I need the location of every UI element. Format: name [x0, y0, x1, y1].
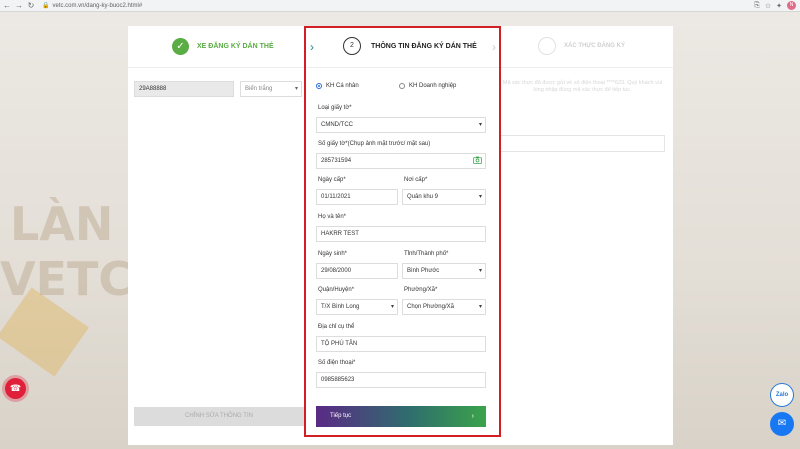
radio-business-label: KH Doanh nghiệp: [409, 83, 457, 89]
chevron-down-icon: ▾: [390, 304, 394, 310]
edit-info-button[interactable]: CHỈNH SỬA THÔNG TIN: [134, 407, 304, 426]
plate-color-select[interactable]: Biển trắng ▾: [240, 81, 302, 97]
fullname-label: Họ và tên*: [318, 214, 347, 220]
lock-icon: 🔒: [42, 3, 50, 9]
id-type-select[interactable]: CMND/TCC ▾: [316, 117, 486, 133]
id-number-label: Số giấy tờ*(Chụp ảnh mặt trước/ mặt sau): [318, 141, 431, 147]
step-3-label: XÁC THỰC ĐĂNG KÝ: [564, 43, 625, 49]
continue-button[interactable]: Tiếp tục ›: [316, 406, 486, 427]
ward-value: Chọn Phường/Xã: [407, 304, 454, 310]
license-plate-input[interactable]: 29A88888: [134, 81, 234, 97]
arrow-right-icon: ›: [471, 413, 474, 420]
issue-date-input[interactable]: 01/11/2021: [316, 189, 398, 205]
chevron-left-icon[interactable]: ›: [310, 40, 314, 54]
background-text-lan: LÀN: [10, 197, 114, 251]
step-1[interactable]: ✓ XE ĐĂNG KÝ DÁN THẺ: [172, 38, 274, 55]
plate-color-value: Biển trắng: [245, 86, 273, 92]
phone-label: Số điện thoại*: [318, 360, 356, 366]
issue-place-label: Nơi cấp*: [404, 177, 428, 183]
chevron-down-icon: ▾: [478, 194, 482, 200]
chevron-right-icon: ›: [492, 40, 496, 54]
check-icon: ✓: [172, 38, 189, 55]
address-bar[interactable]: 🔒 vetc.com.vn/dang-ky-buoc2.html#: [42, 2, 143, 10]
zalo-chat-icon[interactable]: Zalo: [770, 383, 794, 407]
province-value: Bình Phước: [407, 268, 440, 274]
chevron-down-icon: ▾: [478, 122, 482, 128]
district-select[interactable]: T/X Bình Long ▾: [316, 299, 398, 315]
browser-toolbar: ← → ↻ 🔒 vetc.com.vn/dang-ky-buoc2.html# …: [0, 0, 800, 12]
phone-input[interactable]: 0985885623: [316, 372, 486, 388]
id-type-label: Loại giấy tờ*: [318, 105, 352, 111]
otp-input[interactable]: [500, 135, 665, 152]
province-select[interactable]: Bình Phước ▾: [402, 263, 486, 279]
ward-label: Phường/Xã*: [404, 287, 438, 293]
reload-icon[interactable]: ↻: [26, 1, 36, 11]
otp-instructions: Mã xác thực đã được gửi về số điện thoại…: [502, 80, 663, 93]
radio-unchecked-icon: [399, 83, 405, 89]
radio-individual-label: KH Cá nhân: [326, 83, 359, 89]
translate-icon[interactable]: ⎘: [754, 2, 760, 10]
address-label: Địa chỉ cụ thể: [318, 324, 355, 330]
district-label: Quận/Huyện*: [318, 287, 355, 293]
profile-avatar[interactable]: N: [787, 1, 796, 10]
id-type-value: CMND/TCC: [321, 122, 353, 128]
radio-checked-icon: [316, 83, 322, 89]
district-value: T/X Bình Long: [321, 304, 360, 310]
issue-date-label: Ngày cấp*: [318, 177, 346, 183]
forward-icon[interactable]: →: [14, 1, 24, 11]
address-input[interactable]: TỘ PHÚ TÂN: [316, 336, 486, 352]
id-number-input[interactable]: 285731594: [316, 153, 486, 169]
chevron-down-icon: ▾: [478, 268, 482, 274]
url-text: vetc.com.vn/dang-ky-buoc2.html#: [52, 2, 143, 9]
step-2: 2 THÔNG TIN ĐĂNG KÝ DÁN THẺ: [343, 37, 477, 55]
step-2-header: › 2 THÔNG TIN ĐĂNG KÝ DÁN THẺ ›: [306, 28, 499, 68]
highlighted-form-panel: › 2 THÔNG TIN ĐĂNG KÝ DÁN THẺ › KH Cá nh…: [304, 26, 501, 437]
background-text-vetc: VETC: [0, 252, 133, 306]
continue-button-label: Tiếp tục: [330, 413, 352, 419]
chevron-down-icon: ▾: [478, 304, 482, 310]
extension-icon[interactable]: ✦: [776, 2, 782, 10]
step-3: XÁC THỰC ĐĂNG KÝ: [538, 37, 625, 55]
fullname-input[interactable]: HAKRR TEST: [316, 226, 486, 242]
id-number-value: 285731594: [321, 158, 352, 164]
dob-label: Ngày sinh*: [318, 251, 348, 257]
dob-input[interactable]: 29/08/2000: [316, 263, 398, 279]
province-label: Tỉnh/Thành phố*: [404, 251, 449, 257]
step-3-circle: [538, 37, 556, 55]
step-2-label: THÔNG TIN ĐĂNG KÝ DÁN THẺ: [371, 42, 477, 50]
radio-individual[interactable]: KH Cá nhân: [316, 83, 359, 89]
camera-icon[interactable]: [473, 156, 482, 164]
issue-place-select[interactable]: Quân khu 9 ▾: [402, 189, 486, 205]
back-icon[interactable]: ←: [2, 1, 12, 11]
step-2-circle: 2: [343, 37, 361, 55]
issue-place-value: Quân khu 9: [407, 194, 439, 200]
messenger-icon[interactable]: ✉: [770, 412, 794, 436]
phone-call-icon[interactable]: ☎: [5, 378, 26, 399]
chevron-down-icon: ▾: [294, 86, 298, 92]
radio-business[interactable]: KH Doanh nghiệp: [399, 83, 456, 89]
step-1-label: XE ĐĂNG KÝ DÁN THẺ: [197, 43, 274, 50]
ward-select[interactable]: Chọn Phường/Xã ▾: [402, 299, 486, 315]
star-icon[interactable]: ☆: [765, 2, 771, 10]
